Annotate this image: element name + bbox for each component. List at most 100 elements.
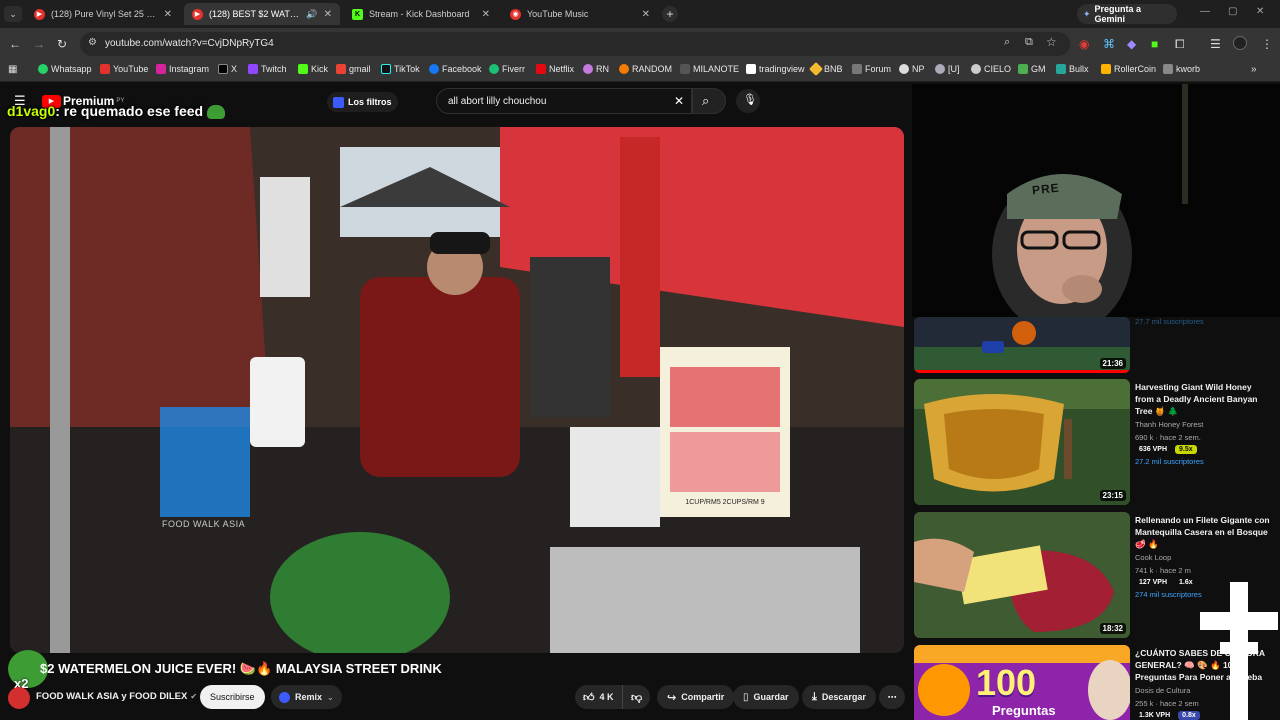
bookmark-rollercoin[interactable]: RollerCoin [1101, 64, 1156, 74]
tab-close-icon[interactable]: ✕ [164, 9, 172, 20]
bookmark-star-icon[interactable]: ☆ [1046, 35, 1057, 49]
like-button[interactable]: 👍︎ 4 K [575, 685, 622, 709]
bookmark-u[interactable]: [U] [935, 64, 960, 74]
url-text[interactable]: youtube.com/watch?v=CvjDNpRyTG4 [105, 38, 274, 49]
bookmark-rn[interactable]: RN [583, 64, 609, 74]
bookmark-cielo[interactable]: CIELO [971, 64, 1011, 74]
bookmark-kworb[interactable]: kworb [1163, 64, 1200, 74]
recommendation-meta[interactable]: 27.7 mil suscriptores [1135, 314, 1270, 327]
apps-grid-icon[interactable]: ▦ [8, 64, 17, 75]
whatsapp-icon [38, 64, 48, 74]
save-button[interactable]: ▯ Guardar [733, 685, 799, 709]
minimize-icon[interactable]: — [1200, 6, 1210, 17]
tab-close-icon[interactable]: ✕ [482, 9, 490, 20]
remix-button[interactable]: Remix ⌄ [271, 685, 342, 709]
site-info-icon[interactable]: ⚙ [88, 37, 97, 48]
chat-username: d1vag0 [7, 103, 56, 119]
bookmark-netflix[interactable]: Netflix [536, 64, 574, 74]
bookmark-instagram[interactable]: Instagram [156, 64, 209, 74]
bookmark-whatsapp[interactable]: Whatsapp [38, 64, 92, 74]
tab-title: YouTube Music [527, 9, 589, 19]
tab-search-icon[interactable]: ⌄ [4, 6, 22, 22]
more-actions-button[interactable]: ⋯ [879, 685, 905, 709]
bookmark-milanote[interactable]: MILANOTE [680, 64, 739, 74]
bookmark-tradingview[interactable]: tradingview [746, 64, 805, 74]
bookmark-bnb[interactable]: BNB [808, 61, 843, 77]
bookmark-gmail[interactable]: gmail [336, 64, 371, 74]
extensions-puzzle-icon[interactable]: ⧠ [1175, 36, 1185, 52]
tab-close-icon[interactable]: ✕ [324, 9, 332, 20]
bookmark-gm[interactable]: GM [1018, 64, 1046, 74]
recommendation-thumbnail[interactable]: 100 Preguntas [914, 645, 1130, 720]
watch-progress-bar [914, 370, 1130, 373]
bookmark-bullx[interactable]: Bullx [1056, 64, 1089, 74]
bookmark-kick[interactable]: Kick [298, 64, 328, 74]
share-icon: ↪ [667, 691, 677, 704]
rn-icon [583, 64, 593, 74]
bookmark-label: MILANOTE [693, 64, 740, 74]
tab-title: (128) BEST $2 WATERMELO [209, 9, 300, 19]
bookmark-random[interactable]: RANDOM [619, 64, 672, 74]
download-button[interactable]: ⤓ Descargar [802, 685, 876, 709]
bookmark-fiverr[interactable]: Fiverr [489, 64, 525, 74]
reading-list-icon[interactable]: ☰ [1210, 36, 1221, 52]
extension-icon[interactable]: ⌘ [1103, 36, 1115, 52]
tab-pure-vinyl[interactable]: ▶ (128) Pure Vinyl Set 25 (Classic ✕ [26, 3, 180, 25]
kick-icon [298, 64, 308, 74]
extension-icon[interactable]: ◆ [1127, 36, 1136, 52]
remix-label: Remix [295, 692, 323, 702]
video-duration: 21:36 [1099, 358, 1126, 369]
address-bar[interactable]: ⚙ youtube.com/watch?v=CvjDNpRyTG4 ⌕ ⧉ ☆ [80, 32, 1070, 56]
bookmark-youtube[interactable]: YouTube [100, 64, 148, 74]
recommendation-thumbnail[interactable]: 21:36 [914, 317, 1130, 373]
like-count: 4 K [599, 692, 614, 702]
search-icon: ⌕ [702, 93, 710, 108]
cast-icon[interactable]: ⧉ [1025, 36, 1033, 49]
gemini-button[interactable]: ✦ Pregunta a Gemini [1077, 4, 1177, 24]
tab-kick-dashboard[interactable]: K Stream - Kick Dashboard ✕ [344, 3, 498, 25]
channel-name[interactable]: FOOD WALK ASIA y FOOD DILEX ✔ [36, 691, 197, 702]
more-bookmarks-icon[interactable]: » [1251, 64, 1257, 75]
tab-close-icon[interactable]: ✕ [642, 9, 650, 20]
tab-youtube-music[interactable]: ◉ YouTube Music ✕ [502, 3, 658, 25]
filters-extension-button[interactable]: Los filtros [327, 92, 398, 112]
bookmark-label: Forum [865, 64, 892, 74]
video-player[interactable]: FOOD WALK ASIA 1CUP/RM5 2CUPS/RM 9 [10, 127, 904, 653]
record-extension-icon[interactable]: ◉ [1079, 36, 1089, 52]
kick-extension-icon[interactable]: ■ [1151, 36, 1158, 52]
bookmark-twitch[interactable]: Twitch [248, 64, 287, 74]
reload-icon[interactable]: ↻ [57, 36, 67, 52]
bookmark-x[interactable]: X [218, 64, 237, 74]
recommendation-meta[interactable]: Harvesting Giant Wild Honey from a Deadl… [1135, 381, 1270, 467]
search-button[interactable]: ⌕ [692, 88, 726, 114]
new-tab-button[interactable]: + [662, 6, 678, 22]
recommendation-thumbnail[interactable]: 18:32 [914, 512, 1130, 638]
view-stats: 690 k · hace 2 sem. [1135, 433, 1201, 442]
clear-search-icon[interactable]: ✕ [674, 94, 684, 108]
menu-kebab-icon[interactable]: ⋮ [1261, 36, 1273, 52]
back-icon[interactable]: ← [9, 36, 21, 52]
bookmark-tiktok[interactable]: TikTok [381, 64, 420, 74]
speaker-icon[interactable]: 🔊 [306, 9, 317, 20]
recommendation-thumbnail[interactable]: 23:15 [914, 379, 1130, 505]
bookmark-facebook[interactable]: Facebook [429, 64, 482, 74]
profile-avatar[interactable] [1233, 36, 1247, 50]
subscribe-button[interactable]: Suscribirse [200, 685, 265, 709]
share-button[interactable]: ↪ Compartir [657, 685, 735, 709]
bookmark-label: BNB [824, 64, 843, 74]
forward-icon[interactable]: → [33, 36, 45, 52]
filters-icon [333, 96, 344, 108]
search-input[interactable]: all abort lilly chouchou ✕ [436, 88, 692, 114]
maximize-icon[interactable]: ▢ [1228, 6, 1237, 17]
bullx-icon [1056, 64, 1066, 74]
tab-watermelon[interactable]: ▶ (128) BEST $2 WATERMELO 🔊 ✕ [184, 3, 340, 25]
zoom-icon[interactable]: ⌕ [1004, 36, 1010, 49]
search-input-value[interactable]: all abort lilly chouchou [448, 96, 546, 107]
dislike-button[interactable]: 👎︎ [622, 685, 651, 709]
bookmark-forum[interactable]: Forum [852, 64, 891, 74]
window-close-icon[interactable]: ✕ [1256, 6, 1264, 17]
channel-avatar[interactable] [8, 687, 30, 709]
bookmark-label: tradingview [759, 64, 805, 74]
bookmark-np[interactable]: NP [899, 64, 925, 74]
voice-search-button[interactable]: 🎙 [736, 89, 760, 113]
